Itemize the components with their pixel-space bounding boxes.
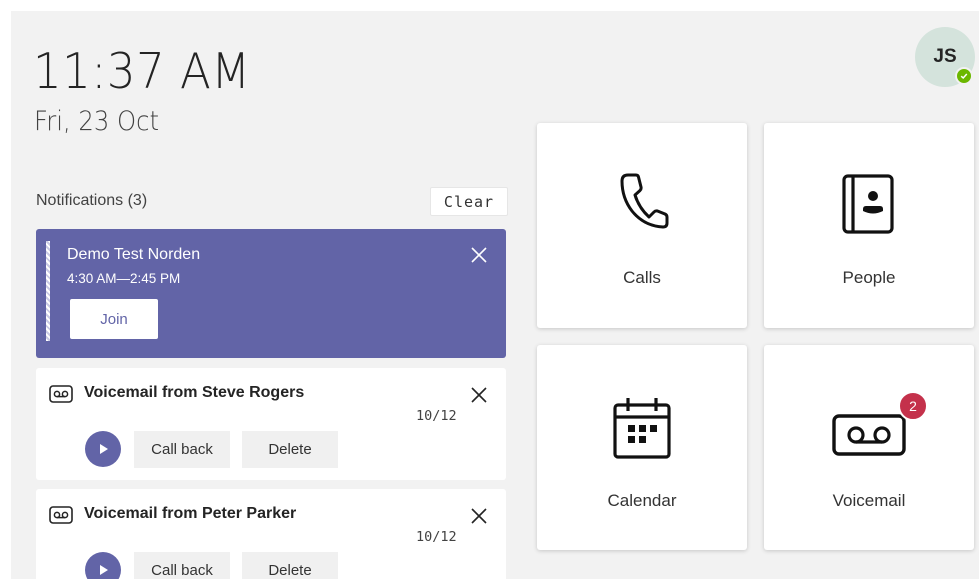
close-icon[interactable]	[469, 506, 489, 526]
close-icon[interactable]	[469, 245, 489, 265]
play-button[interactable]	[85, 552, 121, 579]
meeting-name: Demo Test Norden	[67, 246, 201, 263]
voicemail-title: Voicemail from Peter Parker	[84, 505, 297, 522]
call-back-button[interactable]: Call back	[134, 431, 230, 468]
contact-book-icon	[842, 174, 894, 234]
avatar-initials: JS	[933, 46, 957, 67]
calendar-icon	[613, 398, 671, 459]
play-button[interactable]	[85, 431, 121, 467]
meeting-notification[interactable]: Demo Test Norden 4:30 AM—2:45 PM Join	[36, 229, 506, 358]
voicemail-label: Voicemail	[832, 491, 906, 510]
calendar-tile[interactable]: Calendar	[537, 345, 747, 550]
clock-time: 11:37 AM	[33, 43, 251, 100]
clock-date: Fri, 23 Oct	[34, 106, 160, 137]
phone-icon	[620, 173, 669, 229]
voicemail-title: Voicemail from Steve Rogers	[84, 384, 305, 401]
delete-button[interactable]: Delete	[242, 431, 338, 468]
people-label: People	[842, 268, 896, 287]
delete-button[interactable]: Delete	[242, 552, 338, 579]
play-icon	[100, 565, 108, 575]
voicemail-date: 10/12	[416, 408, 457, 424]
meeting-time: 4:30 AM—2:45 PM	[67, 271, 181, 286]
avatar[interactable]: JS	[915, 27, 975, 87]
call-back-button[interactable]: Call back	[134, 552, 230, 579]
close-icon[interactable]	[469, 385, 489, 405]
unread-count-badge: 2	[898, 391, 928, 421]
meeting-stripe	[46, 241, 50, 341]
home-screen: 11:37 AM Fri, 23 Oct JS Notifications (3…	[11, 11, 979, 579]
join-button[interactable]: Join	[70, 299, 158, 339]
play-icon	[100, 444, 108, 454]
clear-notifications-button[interactable]: Clear	[430, 187, 508, 216]
voicemail-notification[interactable]: Voicemail from Peter Parker 10/12 Call b…	[36, 489, 506, 579]
voicemail-date: 10/12	[416, 529, 457, 545]
calls-tile[interactable]: Calls	[537, 123, 747, 328]
voicemail-notification[interactable]: Voicemail from Steve Rogers 10/12 Call b…	[36, 368, 506, 480]
people-tile[interactable]: People	[764, 123, 974, 328]
voicemail-icon	[49, 385, 73, 403]
notifications-heading: Notifications (3)	[36, 192, 148, 209]
presence-available-icon	[955, 67, 973, 85]
voicemail-icon	[49, 506, 73, 524]
calendar-label: Calendar	[607, 491, 677, 510]
calls-label: Calls	[623, 268, 661, 287]
voicemail-tile[interactable]: 2 Voicemail	[764, 345, 974, 550]
voicemail-icon	[832, 414, 906, 456]
